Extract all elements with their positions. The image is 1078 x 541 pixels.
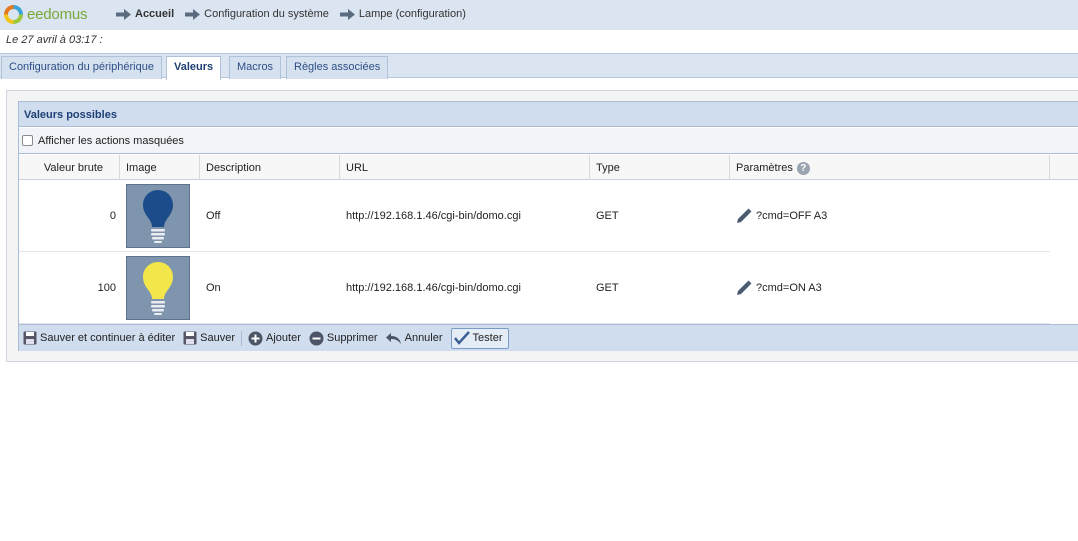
top-bar: eedomus Accueil Configuration du système… xyxy=(0,0,1078,30)
undo-icon xyxy=(385,332,401,344)
add-button[interactable]: Ajouter xyxy=(248,328,301,349)
column-header-raw-value[interactable]: Valeur brute xyxy=(19,155,120,180)
image-cell xyxy=(126,180,196,252)
tab-associated-rules[interactable]: Règles associées xyxy=(286,56,389,79)
table-header: Valeur brute Image Description URL Type … xyxy=(19,155,1078,180)
breadcrumb-label: Configuration du système xyxy=(204,8,329,20)
cancel-button[interactable]: Annuler xyxy=(385,328,443,349)
tab-device-config[interactable]: Configuration du périphérique xyxy=(1,56,162,79)
type-cell: GET xyxy=(596,210,619,222)
tab-bar: Configuration du périphérique Valeurs Ma… xyxy=(0,53,1078,80)
tab-macros[interactable]: Macros xyxy=(229,56,282,79)
save-continue-label: Sauver et continuer à éditer xyxy=(40,332,176,344)
cancel-label: Annuler xyxy=(404,332,443,344)
bulb-on-icon[interactable] xyxy=(126,256,190,320)
raw-value-cell: 0 xyxy=(109,210,116,222)
parameters-cell: ?cmd=ON A3 xyxy=(736,252,1036,324)
bulb-off-icon[interactable] xyxy=(126,184,190,248)
minus-circle-icon xyxy=(309,331,324,345)
breadcrumb-system-config[interactable]: Configuration du système xyxy=(185,8,329,20)
edit-pencil-icon[interactable] xyxy=(736,208,752,224)
save-button[interactable]: Sauver xyxy=(183,328,235,349)
brand-name: eedomus xyxy=(27,6,88,23)
test-button[interactable]: Tester xyxy=(450,327,509,349)
test-label: Tester xyxy=(472,332,503,344)
raw-value-cell: 100 xyxy=(97,282,116,294)
column-header-parameters[interactable]: Paramètres? xyxy=(730,155,1050,180)
column-header-type[interactable]: Type xyxy=(590,155,730,180)
floppy-disk-icon xyxy=(183,331,197,345)
delete-button[interactable]: Supprimer xyxy=(309,328,378,349)
description-cell: Off xyxy=(206,210,221,222)
url-cell: http://192.168.1.46/cgi-bin/domo.cgi xyxy=(346,282,521,294)
description-cell: On xyxy=(206,282,221,294)
url-cell: http://192.168.1.46/cgi-bin/domo.cgi xyxy=(346,210,521,222)
eedomus-logo[interactable]: eedomus xyxy=(4,5,88,24)
add-label: Ajouter xyxy=(266,332,301,344)
breadcrumb-label: Accueil xyxy=(135,8,175,20)
floppy-disk-icon xyxy=(23,331,37,345)
arrow-right-icon xyxy=(185,8,201,20)
logo-ring-icon xyxy=(4,5,23,24)
column-header-url[interactable]: URL xyxy=(340,155,590,180)
bulb-on-icon xyxy=(143,262,173,315)
arrow-right-icon xyxy=(116,8,131,20)
breadcrumb-lamp-config[interactable]: Lampe (configuration) xyxy=(339,8,466,20)
show-hidden-label[interactable]: Afficher les actions masquées xyxy=(38,135,184,147)
image-cell xyxy=(126,252,196,324)
tab-values[interactable]: Valeurs xyxy=(166,56,222,80)
breadcrumb-home[interactable]: Accueil xyxy=(116,8,174,20)
column-header-description[interactable]: Description xyxy=(200,155,340,180)
help-icon[interactable]: ? xyxy=(796,161,810,175)
parameters-value: ?cmd=OFF A3 xyxy=(756,210,828,222)
action-toolbar: Sauver et continuer à éditer Sauver Ajou… xyxy=(19,324,1078,351)
save-label: Sauver xyxy=(200,332,235,344)
type-cell: GET xyxy=(596,282,619,294)
values-panel: Valeurs possibles Afficher les actions m… xyxy=(18,101,1078,351)
show-hidden-row: Afficher les actions masquées xyxy=(19,128,1078,154)
delete-label: Supprimer xyxy=(326,332,378,344)
column-header-label: Paramètres xyxy=(736,162,793,174)
column-header-image[interactable]: Image xyxy=(120,155,200,180)
breadcrumb: Accueil Configuration du système Lampe (… xyxy=(116,8,477,20)
checkmark-icon xyxy=(453,331,470,345)
plus-circle-icon xyxy=(248,331,263,345)
parameters-cell: ?cmd=OFF A3 xyxy=(736,180,1036,252)
breadcrumb-label: Lampe (configuration) xyxy=(358,8,466,20)
bulb-off-icon xyxy=(143,190,173,243)
parameters-value: ?cmd=ON A3 xyxy=(756,282,822,294)
table-row[interactable]: 0 Off http://192.168.1.46/cgi-bin/domo.c… xyxy=(19,180,1050,252)
date-line: Le 27 avril à 03:17 : xyxy=(6,34,103,46)
panel-title: Valeurs possibles xyxy=(19,102,1078,127)
save-continue-button[interactable]: Sauver et continuer à éditer xyxy=(23,328,175,349)
edit-pencil-icon[interactable] xyxy=(736,280,752,296)
toolbar-separator xyxy=(241,330,242,346)
table-row[interactable]: 100 On http://192.168.1.46/cgi-bin/domo.… xyxy=(19,252,1050,324)
arrow-right-icon xyxy=(339,8,355,20)
show-hidden-checkbox[interactable] xyxy=(22,135,33,146)
